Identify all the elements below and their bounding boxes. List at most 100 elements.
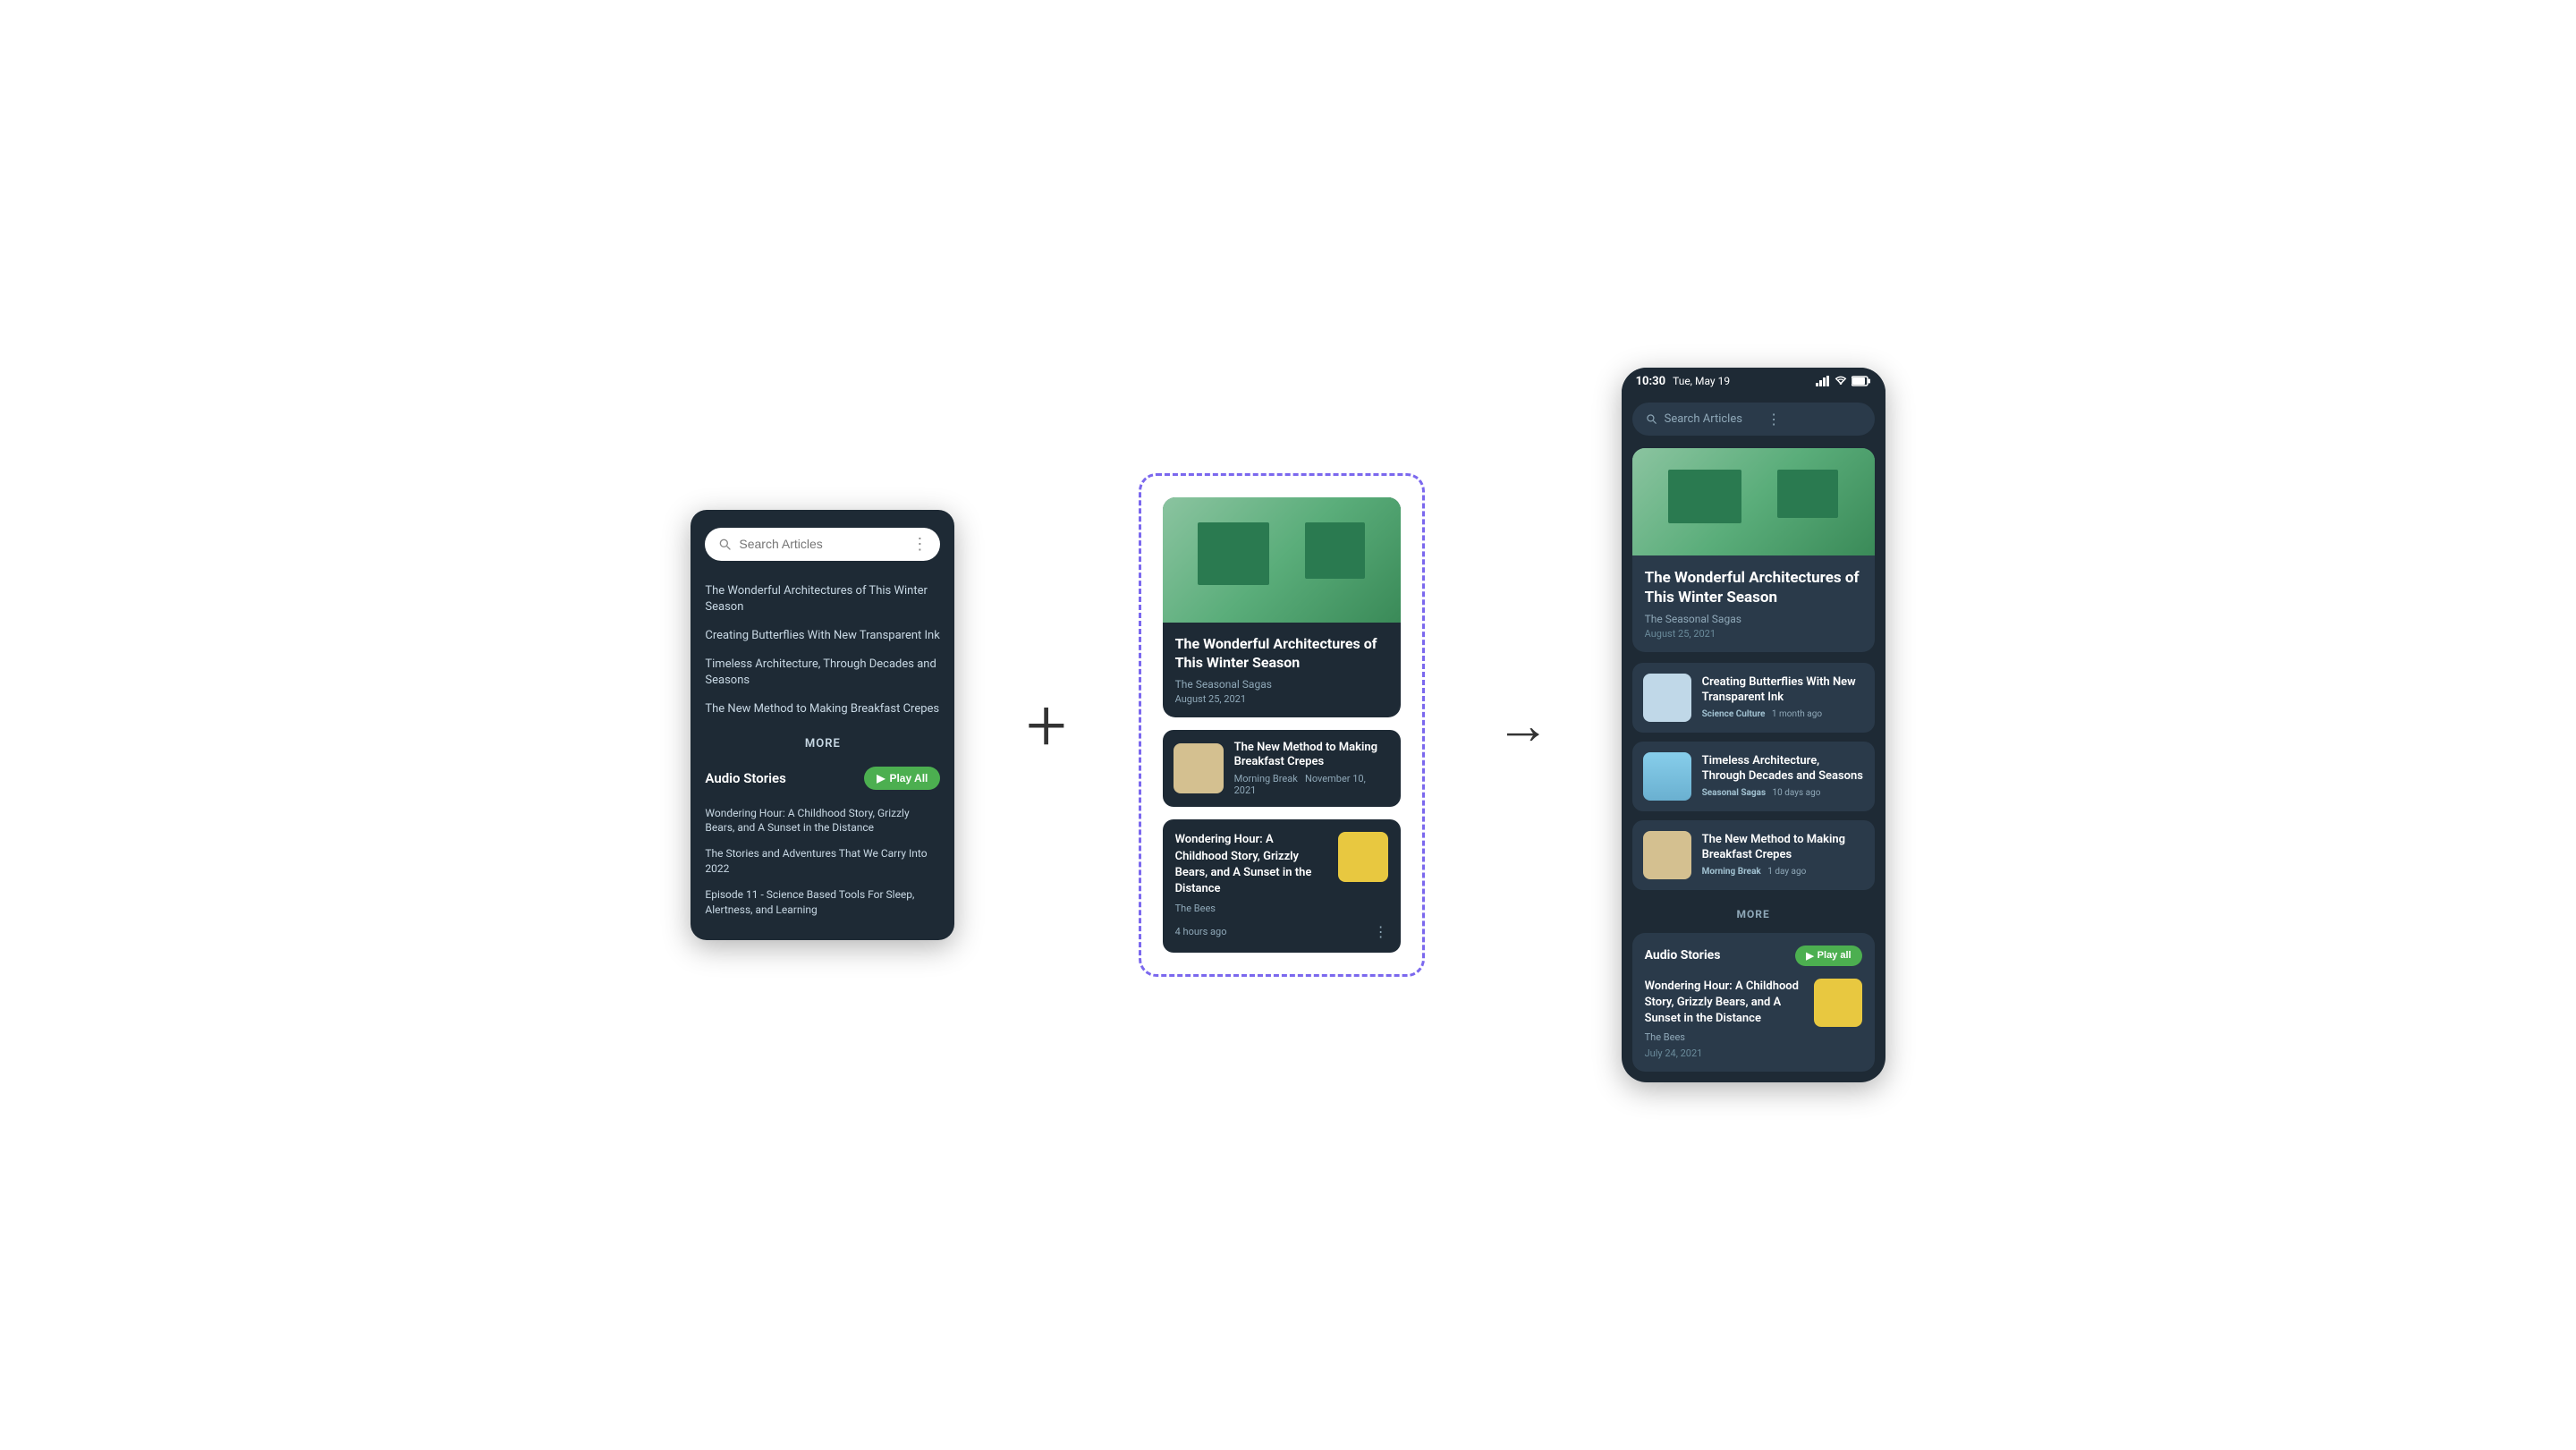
audio-item[interactable]: Episode 11 - Science Based Tools For Sle… xyxy=(705,882,940,923)
audio-section-title: Audio Stories xyxy=(1645,948,1721,962)
article-meta: Morning Break 1 day ago xyxy=(1702,867,1864,877)
featured-article-date: August 25, 2021 xyxy=(1175,693,1388,705)
more-options-icon[interactable]: ⋮ xyxy=(911,535,928,554)
article-image xyxy=(1643,752,1691,801)
audio-item[interactable]: The Stories and Adventures That We Carry… xyxy=(705,841,940,882)
status-icons xyxy=(1816,376,1871,386)
audio-section-header: Audio Stories ▶ Play all xyxy=(1645,945,1862,966)
featured-article-source: The Seasonal Sagas xyxy=(1175,678,1388,691)
audio-card-title: Wondering Hour: A Childhood Story, Grizz… xyxy=(1175,832,1317,897)
article-meta: Science Culture 1 month ago xyxy=(1702,709,1864,719)
featured-article-title: The Wonderful Architectures of This Wint… xyxy=(1175,635,1388,673)
audio-featured-item[interactable]: Wondering Hour: A Childhood Story, Grizz… xyxy=(1645,979,1862,1060)
list-article-card[interactable]: The New Method to Making Breakfast Crepe… xyxy=(1632,820,1875,890)
article-image xyxy=(1643,831,1691,879)
audio-list: Wondering Hour: A Childhood Story, Grizz… xyxy=(705,801,940,923)
list-item[interactable]: The New Method to Making Breakfast Crepe… xyxy=(705,695,940,724)
small-article-card[interactable]: The New Method to Making Breakfast Crepe… xyxy=(1163,730,1401,808)
article-title: Creating Butterflies With New Transparen… xyxy=(1702,675,1864,706)
article-source: Seasonal Sagas xyxy=(1702,788,1767,798)
list-article-card[interactable]: Creating Butterflies With New Transparen… xyxy=(1632,663,1875,733)
play-all-button[interactable]: ▶ Play all xyxy=(1795,945,1861,966)
audio-featured-source: The Bees xyxy=(1645,1031,1805,1043)
article-title: Timeless Architecture, Through Decades a… xyxy=(1702,754,1864,784)
search-input[interactable] xyxy=(739,537,904,551)
audio-featured-thumbnail xyxy=(1814,979,1862,1027)
audio-card-time: 4 hours ago xyxy=(1175,926,1227,937)
article-content: Creating Butterflies With New Transparen… xyxy=(1702,675,1864,719)
article-content: Timeless Architecture, Through Decades a… xyxy=(1702,754,1864,798)
big-featured-card[interactable]: The Wonderful Architectures of This Wint… xyxy=(1632,448,1875,652)
more-button[interactable]: MORE xyxy=(705,737,940,750)
audio-section-title: Audio Stories xyxy=(705,770,785,786)
plus-operator: + xyxy=(1026,683,1066,767)
status-date: Tue, May 19 xyxy=(1673,375,1730,387)
audio-story-card[interactable]: Wondering Hour: A Childhood Story, Grizz… xyxy=(1163,819,1401,953)
play-all-button[interactable]: ▶ Play All xyxy=(864,767,940,790)
building-image xyxy=(1632,448,1875,555)
battery-icon xyxy=(1852,376,1871,386)
audio-item[interactable]: Wondering Hour: A Childhood Story, Grizz… xyxy=(705,801,940,842)
phone-more-button[interactable]: MORE xyxy=(1632,899,1875,929)
center-component: The Wonderful Architectures of This Wint… xyxy=(1139,473,1425,977)
audio-options-icon[interactable]: ⋮ xyxy=(1374,923,1388,940)
architecture-image xyxy=(1643,752,1691,801)
audio-card-thumbnail xyxy=(1338,832,1388,882)
audio-card-source: The Bees xyxy=(1175,903,1317,914)
crepes-image xyxy=(1643,831,1691,879)
search-icon xyxy=(1645,412,1657,425)
article-title: The New Method to Making Breakfast Crepe… xyxy=(1702,833,1864,863)
phone-search-bar[interactable]: Search Articles ⋮ xyxy=(1632,403,1875,436)
right-phone: 10:30 Tue, May 19 xyxy=(1622,368,1885,1083)
article-source: Morning Break xyxy=(1702,867,1761,877)
audio-section: Audio Stories ▶ Play all Wondering Hour:… xyxy=(1632,933,1875,1073)
crepes-image xyxy=(1174,743,1224,793)
audio-featured-title: Wondering Hour: A Childhood Story, Grizz… xyxy=(1645,979,1805,1028)
article-time: 10 days ago xyxy=(1773,788,1821,798)
big-featured-content: The Wonderful Architectures of This Wint… xyxy=(1632,555,1875,652)
status-time: 10:30 xyxy=(1636,375,1666,388)
list-item[interactable]: The Wonderful Architectures of This Wint… xyxy=(705,577,940,622)
signal-icon xyxy=(1816,376,1830,386)
list-item[interactable]: Creating Butterflies With New Transparen… xyxy=(705,622,940,650)
article-time: 1 month ago xyxy=(1772,709,1822,719)
audio-section-header: Audio Stories ▶ Play All xyxy=(705,767,940,790)
left-article-list: The Wonderful Architectures of This Wint… xyxy=(705,577,940,725)
small-article-meta: Morning Break November 10, 2021 xyxy=(1234,773,1390,796)
small-article-title: The New Method to Making Breakfast Crepe… xyxy=(1234,741,1390,771)
building-image xyxy=(1163,497,1401,623)
wifi-icon xyxy=(1834,376,1848,386)
list-article-card[interactable]: Timeless Architecture, Through Decades a… xyxy=(1632,742,1875,811)
audio-featured-content: Wondering Hour: A Childhood Story, Grizz… xyxy=(1645,979,1805,1060)
play-all-label: Play all xyxy=(1818,950,1852,961)
featured-article-content: The Wonderful Architectures of This Wint… xyxy=(1163,623,1401,717)
article-time: 1 day ago xyxy=(1767,867,1806,877)
small-article-image xyxy=(1174,743,1224,793)
small-article-content: The New Method to Making Breakfast Crepe… xyxy=(1234,741,1390,797)
play-icon: ▶ xyxy=(877,772,885,784)
play-all-label: Play All xyxy=(889,772,928,784)
glasses-image xyxy=(1643,674,1691,722)
left-search-bar[interactable]: ⋮ xyxy=(705,528,940,561)
phone-main-content: Search Articles ⋮ The Wonderful Architec… xyxy=(1622,392,1885,1083)
status-bar: 10:30 Tue, May 19 xyxy=(1622,368,1885,392)
article-image xyxy=(1643,674,1691,722)
article-meta: Seasonal Sagas 10 days ago xyxy=(1702,788,1864,798)
bees-image xyxy=(1338,832,1388,882)
article-content: The New Method to Making Breakfast Crepe… xyxy=(1702,833,1864,877)
search-options-icon[interactable]: ⋮ xyxy=(1767,411,1862,428)
left-phone: ⋮ The Wonderful Architectures of This Wi… xyxy=(691,510,954,941)
search-icon xyxy=(717,537,732,551)
arrow-operator: → xyxy=(1496,693,1550,757)
list-item[interactable]: Timeless Architecture, Through Decades a… xyxy=(705,650,940,695)
featured-article-card[interactable]: The Wonderful Architectures of This Wint… xyxy=(1163,497,1401,717)
bees-image xyxy=(1814,979,1862,1027)
big-featured-source: The Seasonal Sagas xyxy=(1645,613,1862,625)
search-placeholder: Search Articles xyxy=(1665,412,1760,426)
big-featured-title: The Wonderful Architectures of This Wint… xyxy=(1645,568,1862,607)
small-article-source: Morning Break xyxy=(1234,773,1298,784)
audio-card-footer: 4 hours ago ⋮ xyxy=(1175,923,1388,940)
featured-article-image xyxy=(1163,497,1401,623)
article-source: Science Culture xyxy=(1702,709,1766,719)
big-featured-image xyxy=(1632,448,1875,555)
